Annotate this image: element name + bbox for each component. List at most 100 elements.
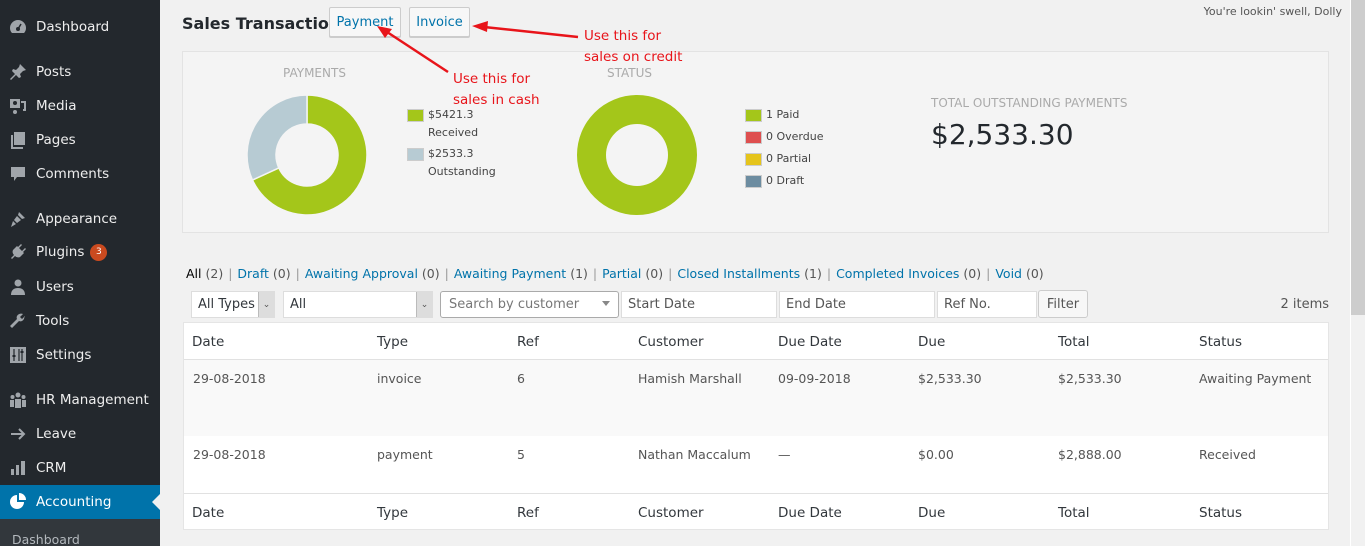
sidebar-item-media[interactable]: Media xyxy=(0,89,160,123)
submenu-item-dashboard[interactable]: Dashboard xyxy=(12,532,80,546)
legend-swatch xyxy=(407,148,424,161)
dropdown-caret-icon xyxy=(602,301,610,310)
row-customer-link[interactable]: Hamish Marshall xyxy=(638,371,742,386)
row-date-link[interactable]: 29-08-2018 xyxy=(193,447,266,462)
column-footer-total: Total xyxy=(1058,505,1090,521)
filter-button[interactable]: Filter xyxy=(1038,290,1088,318)
groups-icon xyxy=(8,390,28,410)
sidebar-label: Settings xyxy=(36,347,92,363)
column-footer-ref: Ref xyxy=(517,505,539,521)
row-type-link[interactable]: payment xyxy=(377,447,433,462)
status-tab-completed-invoices[interactable]: Completed Invoices xyxy=(836,266,959,281)
chevron-down-icon: ⌄ xyxy=(416,292,432,317)
sidebar-label: HR Management xyxy=(36,392,149,408)
annotation-cash: Use this for sales in cash xyxy=(453,71,540,108)
sidebar-item-dashboard[interactable]: Dashboard xyxy=(0,10,160,44)
sidebar-label: Pages xyxy=(36,132,76,148)
column-footer-customer: Customer xyxy=(638,505,704,521)
status-tab-closed-installments[interactable]: Closed Installments xyxy=(677,266,800,281)
legend-swatch xyxy=(745,153,762,166)
table-header-row: Date Type Ref Customer Due Date Due Tota… xyxy=(184,323,1328,360)
sidebar-label: Accounting xyxy=(36,494,112,510)
page-title: Sales Transactions xyxy=(182,14,350,33)
status-tab-draft[interactable]: Draft xyxy=(237,266,269,281)
row-ref: 5 xyxy=(517,447,525,462)
column-header-status: Status xyxy=(1199,334,1243,350)
status-tab-awaiting-payment[interactable]: Awaiting Payment xyxy=(454,266,566,281)
end-date-input[interactable]: End Date xyxy=(779,291,935,318)
sidebar-item-hr-management[interactable]: HR Management xyxy=(0,383,160,417)
summary-panel: PAYMENTS $5421.3 Received $2533.3 Outstand… xyxy=(182,51,1329,233)
sidebar-item-users[interactable]: Users xyxy=(0,270,160,304)
status-tab-count: (0) xyxy=(963,266,982,281)
tab-separator: | xyxy=(668,266,673,281)
dashboard-icon xyxy=(8,17,28,37)
row-ref: 6 xyxy=(517,371,525,386)
status-tab-count: (1) xyxy=(804,266,822,281)
legend-overdue: 0 Overdue xyxy=(745,130,823,146)
tab-separator: | xyxy=(826,266,832,281)
arrow-to-invoice xyxy=(483,25,579,39)
scrollbar-thumb[interactable] xyxy=(1351,0,1365,315)
status-tab-all[interactable]: All xyxy=(186,266,202,281)
legend-swatch xyxy=(745,131,762,144)
legend-label: 1 Paid xyxy=(766,108,800,121)
wrench-icon xyxy=(8,311,28,331)
status-select[interactable]: All ⌄ xyxy=(283,291,433,318)
status-tab-void[interactable]: Void xyxy=(995,266,1022,281)
row-customer-link[interactable]: Nathan Maccalum xyxy=(638,447,751,462)
chevron-down-icon: ⌄ xyxy=(258,292,274,317)
transactions-table: Date Type Ref Customer Due Date Due Tota… xyxy=(183,322,1329,530)
legend-value: $2533.3 xyxy=(428,147,474,160)
page-scrollbar[interactable] xyxy=(1350,0,1365,546)
tab-separator: | xyxy=(228,266,233,281)
column-header-ref: Ref xyxy=(517,334,539,350)
status-tab-awaiting-approval[interactable]: Awaiting Approval xyxy=(305,266,418,281)
column-footer-date[interactable]: Date xyxy=(192,505,224,521)
tab-separator: | xyxy=(986,266,991,281)
sidebar-item-leave[interactable]: Leave xyxy=(0,417,160,451)
row-total: $2,888.00 xyxy=(1058,447,1122,462)
sidebar-item-comments[interactable]: Comments xyxy=(0,157,160,191)
plugin-icon xyxy=(8,242,28,262)
sidebar-item-posts[interactable]: Posts xyxy=(0,55,160,89)
admin-sidebar: Dashboard Posts Media Pages Comments App… xyxy=(0,0,160,546)
legend-paid: 1 Paid xyxy=(745,108,800,124)
tab-separator: | xyxy=(444,266,449,281)
legend-label: Received xyxy=(428,126,479,139)
legend-swatch xyxy=(745,109,762,122)
column-header-customer: Customer xyxy=(638,334,704,350)
type-select[interactable]: All Types ⌄ xyxy=(191,291,275,318)
update-count-badge: 3 xyxy=(90,243,108,261)
settings-icon xyxy=(8,345,28,365)
sidebar-label: Comments xyxy=(36,166,110,182)
row-due-date: — xyxy=(778,447,791,462)
sidebar-item-plugins[interactable]: Plugins 3 xyxy=(0,235,160,269)
sidebar-item-tools[interactable]: Tools xyxy=(0,304,160,338)
column-footer-due: Due xyxy=(918,505,946,521)
column-header-type: Type xyxy=(377,334,409,350)
sidebar-label: CRM xyxy=(36,460,67,476)
legend-partial: 0 Partial xyxy=(745,152,812,168)
sidebar-item-appearance[interactable]: Appearance xyxy=(0,202,160,236)
ref-no-input[interactable]: Ref No. xyxy=(937,291,1037,318)
sidebar-item-accounting[interactable]: Accounting xyxy=(0,485,160,519)
payment-button[interactable]: Payment xyxy=(329,7,401,37)
payments-title: PAYMENTS xyxy=(283,66,346,80)
sidebar-item-crm[interactable]: CRM xyxy=(0,451,160,485)
status-tab-partial[interactable]: Partial xyxy=(602,266,641,281)
sidebar-label: Users xyxy=(36,279,74,295)
start-date-input[interactable]: Start Date xyxy=(621,291,777,318)
row-due: $2,533.30 xyxy=(918,371,982,386)
customer-search-select[interactable]: Search by customer xyxy=(440,291,619,318)
row-type-link[interactable]: invoice xyxy=(377,371,421,386)
row-date-link[interactable]: 29-08-2018 xyxy=(193,371,266,386)
column-header-date[interactable]: Date xyxy=(192,334,224,350)
row-status-link[interactable]: Awaiting Payment xyxy=(1199,371,1311,386)
legend-label: 0 Partial xyxy=(766,152,812,165)
sidebar-item-settings[interactable]: Settings xyxy=(0,338,160,372)
accounting-submenu: Dashboard xyxy=(0,519,160,546)
invoice-button[interactable]: Invoice xyxy=(409,7,470,37)
sidebar-item-pages[interactable]: Pages xyxy=(0,123,160,157)
pushpin-icon xyxy=(8,62,28,82)
